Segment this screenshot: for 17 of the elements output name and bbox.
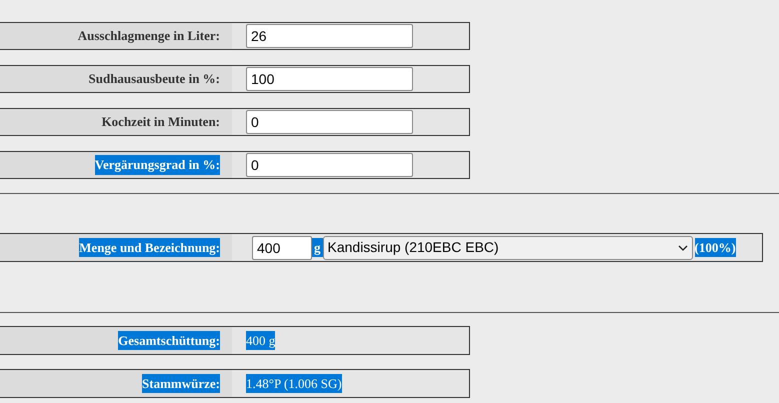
input-field[interactable]: 0: [246, 110, 413, 134]
unit-label: g: [312, 238, 322, 258]
amount-field[interactable]: 400: [252, 236, 312, 260]
share-label: (100%): [694, 238, 736, 258]
result-value: 1.48°P (1.006 SG): [246, 374, 342, 394]
ingredient-dropdown[interactable]: Kandissirup (210EBC EBC): [322, 236, 692, 260]
field-label: Kochzeit in Minuten:: [102, 113, 220, 132]
field-label: Menge und Bezeichnung:: [79, 238, 220, 258]
field-label: Ausschlagmenge in Liter:: [78, 27, 220, 46]
field-label: Gesamtschüttung:: [118, 330, 220, 350]
chevron-down-icon: [678, 244, 688, 250]
input-field[interactable]: 0: [246, 153, 413, 177]
field-label: Stammwürze:: [142, 374, 220, 394]
input-field[interactable]: 26: [246, 24, 413, 48]
input-field[interactable]: 100: [246, 67, 413, 91]
field-label: Sudhausausbeute in %:: [88, 70, 220, 88]
result-value: 400 g: [246, 330, 276, 350]
